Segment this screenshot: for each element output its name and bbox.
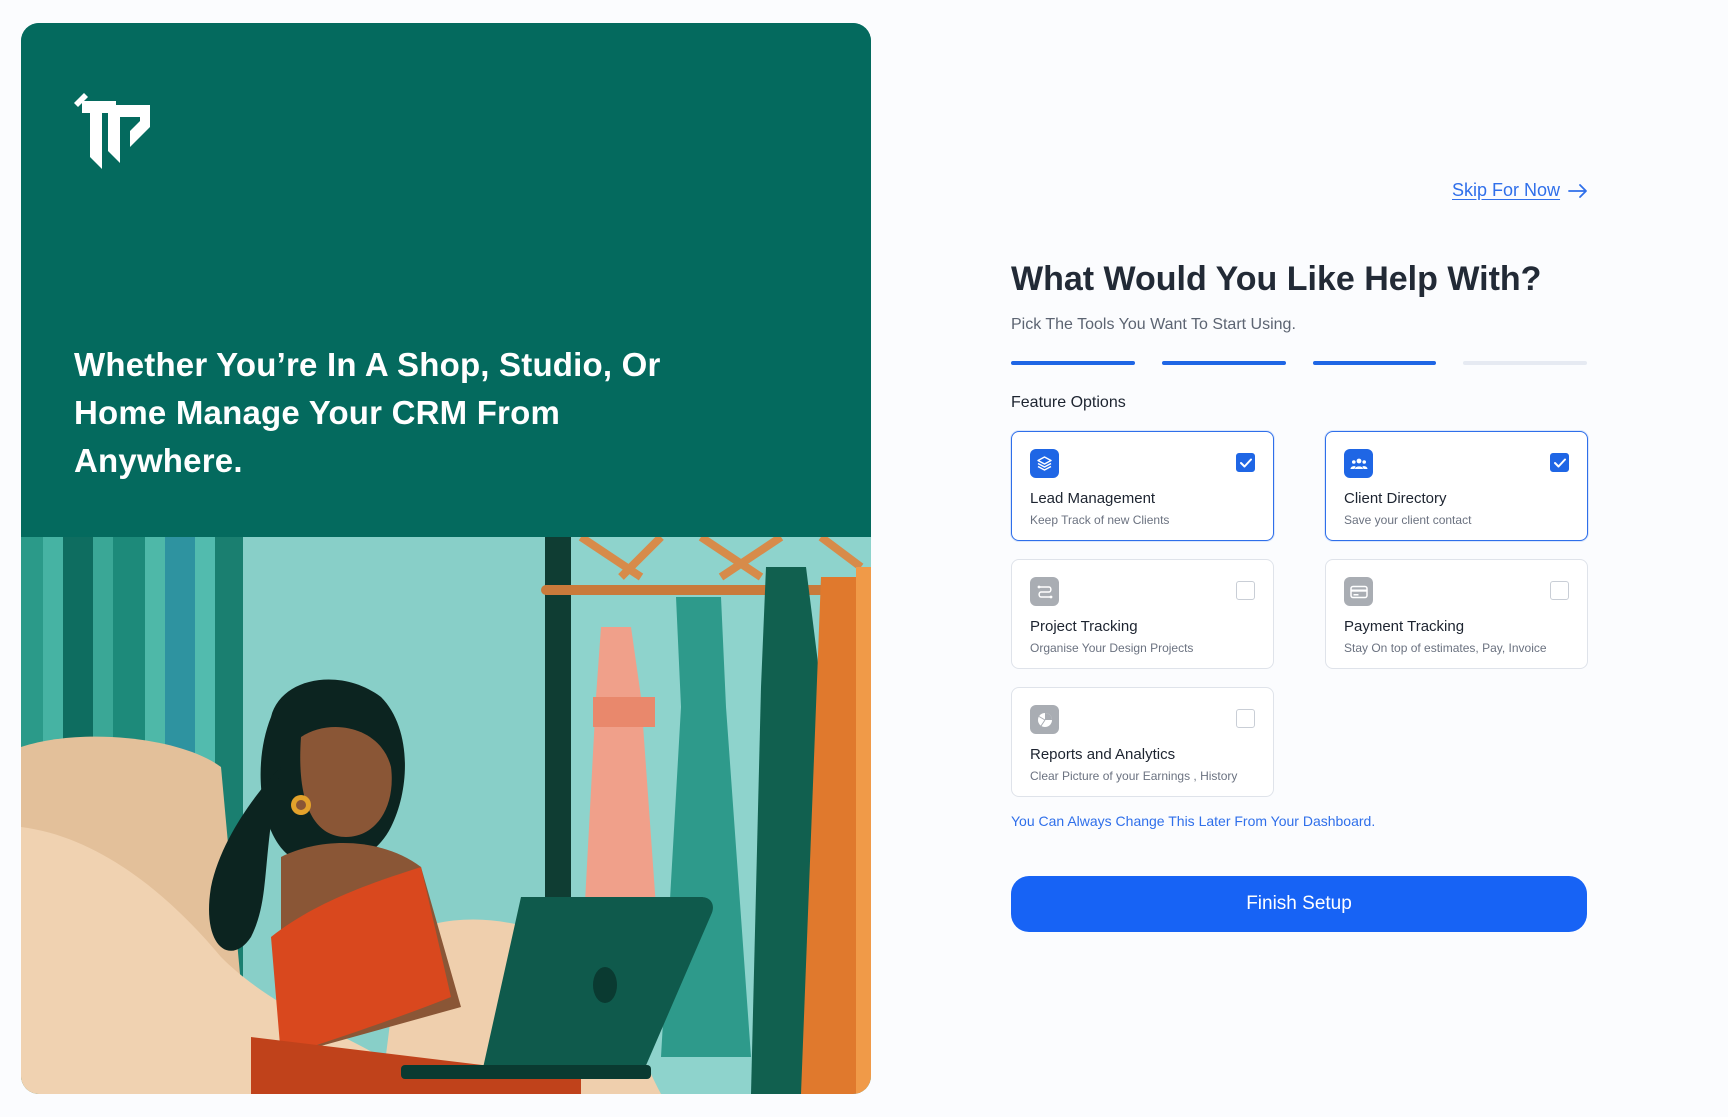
feature-description: Clear Picture of your Earnings , History	[1030, 769, 1238, 783]
feature-title: Project Tracking	[1030, 618, 1138, 635]
step-progress-bar	[1011, 361, 1587, 365]
feature-card-project-tracking[interactable]: Project Tracking Organise Your Design Pr…	[1011, 559, 1274, 669]
finish-setup-button[interactable]: Finish Setup	[1011, 876, 1587, 932]
pie-chart-icon	[1030, 705, 1059, 734]
payment-tracking-checkbox[interactable]	[1550, 581, 1569, 600]
credit-card-icon	[1344, 577, 1373, 606]
skip-for-now-link[interactable]: Skip For Now	[1452, 180, 1588, 201]
feature-title: Reports and Analytics	[1030, 746, 1176, 763]
reports-analytics-checkbox[interactable]	[1236, 709, 1255, 728]
arrow-right-icon	[1568, 183, 1587, 198]
layers-icon	[1030, 449, 1059, 478]
feature-title: Lead Management	[1030, 490, 1156, 507]
hero-tagline: Whether You’re In A Shop, Studio, Or Hom…	[74, 346, 661, 479]
dashboard-change-note: You Can Always Change This Later From Yo…	[1011, 813, 1376, 829]
feature-description: Keep Track of new Clients	[1030, 513, 1170, 527]
progress-step-2	[1161, 361, 1286, 365]
users-icon	[1344, 449, 1373, 478]
progress-step-3	[1312, 361, 1437, 365]
page-subtitle: Pick The Tools You Want To Start Using.	[1011, 316, 1296, 333]
feature-card-client-directory[interactable]: Client Directory Save your client contac…	[1325, 431, 1588, 541]
feature-card-payment-tracking[interactable]: Payment Tracking Stay On top of estimate…	[1325, 559, 1588, 669]
brand-logo-icon	[74, 93, 150, 169]
feature-description: Save your client contact	[1344, 513, 1472, 527]
lead-management-checkbox[interactable]	[1236, 453, 1255, 472]
feature-description: Stay On top of estimates, Pay, Invoice	[1344, 641, 1547, 655]
page-title: What Would You Like Help With?	[1011, 260, 1542, 298]
hero-panel: Whether You’re In A Shop, Studio, Or Hom…	[21, 23, 871, 1094]
client-directory-checkbox[interactable]	[1550, 453, 1569, 472]
progress-step-1	[1011, 361, 1135, 365]
progress-step-4	[1463, 361, 1587, 365]
feature-options-label: Feature Options	[1011, 394, 1126, 411]
onboarding-page: Whether You’re In A Shop, Studio, Or Hom…	[0, 0, 1728, 1117]
route-icon	[1030, 577, 1059, 606]
project-tracking-checkbox[interactable]	[1236, 581, 1255, 600]
skip-label: Skip For Now	[1452, 180, 1561, 200]
woman-with-laptop-illustration	[21, 537, 871, 1094]
feature-title: Client Directory	[1344, 490, 1447, 507]
feature-card-lead-management[interactable]: Lead Management Keep Track of new Client…	[1011, 431, 1274, 541]
feature-description: Organise Your Design Projects	[1030, 641, 1194, 655]
feature-card-reports-analytics[interactable]: Reports and Analytics Clear Picture of y…	[1011, 687, 1274, 797]
feature-title: Payment Tracking	[1344, 618, 1465, 635]
